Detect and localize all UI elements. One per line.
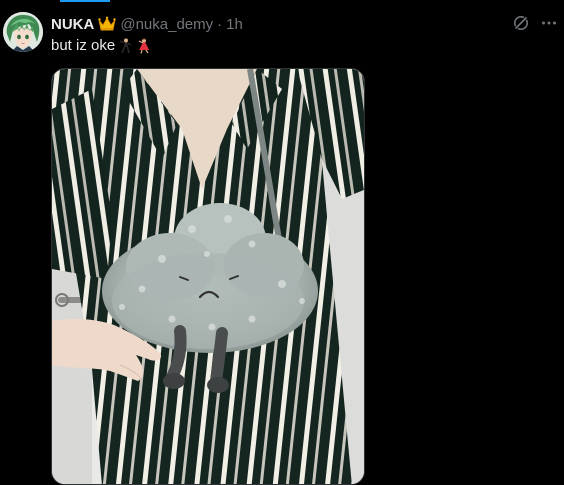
more-icon[interactable] <box>540 14 558 32</box>
separator-dot: · <box>217 15 223 33</box>
tweet-body: but iz oke <box>51 37 116 54</box>
avatar[interactable] <box>3 12 43 52</box>
woman-dancing-emoji <box>136 37 151 54</box>
tweet-photo[interactable] <box>51 68 365 485</box>
display-name[interactable]: NUKA <box>51 16 94 33</box>
tweet-header: NUKA @nuka_demy · 1h <box>51 14 243 34</box>
timestamp[interactable]: 1h <box>226 16 243 33</box>
grok-icon[interactable] <box>512 14 530 32</box>
man-dancing-emoji <box>118 38 133 54</box>
crown-icon <box>98 16 117 32</box>
tweet[interactable]: NUKA @nuka_demy · 1h but iz oke <box>0 0 564 485</box>
tweet-actions <box>512 14 558 32</box>
tweet-text: but iz oke <box>51 37 151 54</box>
handle[interactable]: @nuka_demy <box>120 16 213 33</box>
